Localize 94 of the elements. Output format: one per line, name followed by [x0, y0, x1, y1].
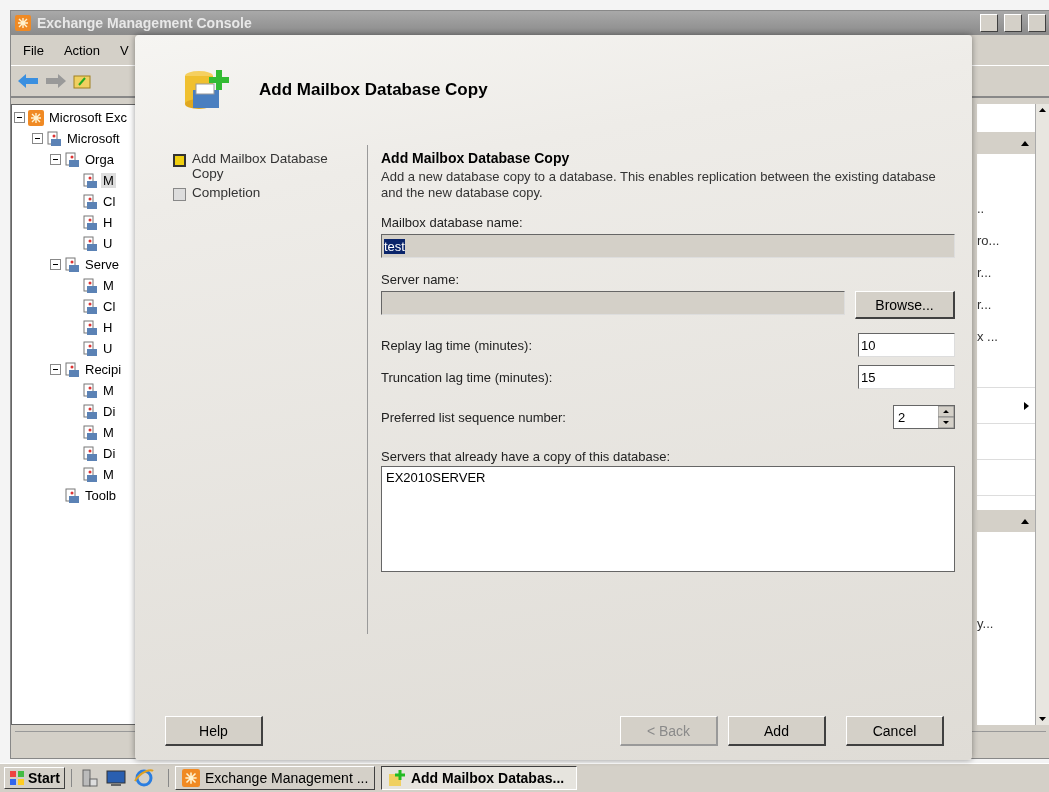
document-icon: [64, 487, 80, 504]
action-link[interactable]: r...: [977, 264, 992, 280]
tree-item[interactable]: U: [101, 341, 115, 356]
document-icon: [82, 214, 98, 231]
exchange-logo-icon: [28, 109, 44, 126]
document-icon: [82, 424, 98, 441]
tree-item[interactable]: Cl: [101, 299, 118, 314]
collapse-icon[interactable]: [50, 259, 61, 270]
server-name-field[interactable]: [381, 291, 845, 315]
minimize-button[interactable]: [980, 14, 998, 32]
windows-logo-icon: [9, 770, 25, 786]
browser-icon[interactable]: [133, 769, 154, 787]
action-link[interactable]: y...: [977, 615, 994, 631]
wizard-step[interactable]: Completion: [192, 185, 261, 200]
wizard-step[interactable]: Add Mailbox Database Copy: [192, 151, 353, 181]
menu-item[interactable]: Action: [55, 40, 109, 60]
database-add-icon: [183, 68, 229, 112]
dialog-button[interactable]: Help: [165, 716, 263, 746]
document-icon: [82, 382, 98, 399]
taskbar-button[interactable]: Exchange Management ...: [174, 766, 375, 790]
collapse-icon[interactable]: [50, 364, 61, 375]
action-link[interactable]: ..: [977, 200, 985, 216]
document-icon: [82, 193, 98, 210]
tree-item[interactable]: M: [101, 425, 116, 440]
tree-item[interactable]: M: [101, 173, 116, 188]
action-link[interactable]: r...: [977, 296, 992, 312]
list-item[interactable]: EX2010SERVER: [386, 470, 950, 485]
document-icon: [82, 298, 98, 315]
close-button[interactable]: [1028, 14, 1046, 32]
collapse-arrow-icon[interactable]: [1021, 140, 1029, 146]
collapse-icon[interactable]: [32, 133, 43, 144]
taskbar-button[interactable]: Add Mailbox Databas...: [380, 766, 577, 790]
tree-item[interactable]: M: [101, 467, 116, 482]
exchange-logo-icon: [15, 15, 31, 31]
window-title: Exchange Management Console: [37, 15, 253, 31]
menu-item[interactable]: File: [15, 40, 52, 60]
tree-item[interactable]: H: [101, 320, 115, 335]
field-label: Mailbox database name:: [381, 215, 524, 230]
document-icon: [82, 466, 98, 483]
database-add-icon: [387, 769, 406, 787]
submenu-arrow-icon[interactable]: [1024, 401, 1029, 410]
tree-item[interactable]: Microsoft: [65, 131, 122, 146]
action-link[interactable]: x ...: [977, 328, 998, 344]
page-heading: Add Mailbox Database Copy: [381, 150, 571, 166]
field-label: Servers that already have a copy of this database:: [381, 449, 672, 464]
tree-item[interactable]: Serve: [83, 257, 121, 272]
start-button[interactable]: Start: [4, 767, 65, 789]
document-icon: [64, 151, 80, 168]
tree-item[interactable]: H: [101, 215, 115, 230]
number-field[interactable]: 10: [858, 333, 955, 357]
tree-item[interactable]: U: [101, 236, 115, 251]
menu-item[interactable]: V: [112, 40, 137, 60]
action-link[interactable]: ro...: [977, 232, 1000, 248]
collapse-icon[interactable]: [14, 112, 25, 123]
number-field[interactable]: 15: [858, 365, 955, 389]
tree-item[interactable]: Recipi: [83, 362, 124, 377]
exchange-logo-icon: [181, 769, 200, 787]
tree-item[interactable]: Di: [101, 404, 118, 419]
field-label: Preferred list sequence number:: [381, 409, 566, 425]
document-icon: [82, 277, 98, 294]
database-name-field[interactable]: test: [381, 234, 955, 258]
document-icon: [82, 340, 98, 357]
dialog-button[interactable]: Cancel: [846, 716, 944, 746]
scroll-bar[interactable]: [1035, 104, 1049, 725]
dialog-button[interactable]: Add: [728, 716, 826, 746]
field-label: Server name:: [381, 272, 461, 287]
field-label: Truncation lag time (minutes):: [381, 369, 553, 385]
document-icon: [82, 172, 98, 189]
document-icon: [64, 256, 80, 273]
page-description: Add a new database copy to a database. This enables replication between the existing database and the new database copy.: [381, 169, 937, 201]
servers-list[interactable]: EX2010SERVER: [381, 466, 955, 572]
dialog-title: Add Mailbox Database Copy: [259, 80, 488, 100]
tree-item[interactable]: M: [101, 278, 116, 293]
document-icon: [64, 361, 80, 378]
document-icon: [82, 403, 98, 420]
document-icon: [82, 235, 98, 252]
field-label: Replay lag time (minutes):: [381, 337, 532, 353]
browse-button[interactable]: Browse...: [855, 291, 955, 319]
tree-item[interactable]: M: [101, 383, 116, 398]
spin-arrows-icon[interactable]: [938, 406, 954, 428]
server-icon[interactable]: [79, 769, 98, 787]
tree-item[interactable]: Di: [101, 446, 118, 461]
document-icon: [82, 445, 98, 462]
document-icon: [46, 130, 62, 147]
maximize-button[interactable]: [1004, 14, 1022, 32]
collapse-arrow-icon[interactable]: [1021, 518, 1029, 524]
tree-item[interactable]: Microsoft Exc: [47, 110, 129, 125]
tree-item[interactable]: Cl: [101, 194, 118, 209]
monitor-icon[interactable]: [105, 769, 126, 787]
tree-item[interactable]: Toolb: [83, 488, 119, 503]
spin-field[interactable]: 2: [893, 405, 955, 429]
tree-item[interactable]: Orga: [83, 152, 116, 167]
document-icon: [82, 319, 98, 336]
collapse-icon[interactable]: [50, 154, 61, 165]
